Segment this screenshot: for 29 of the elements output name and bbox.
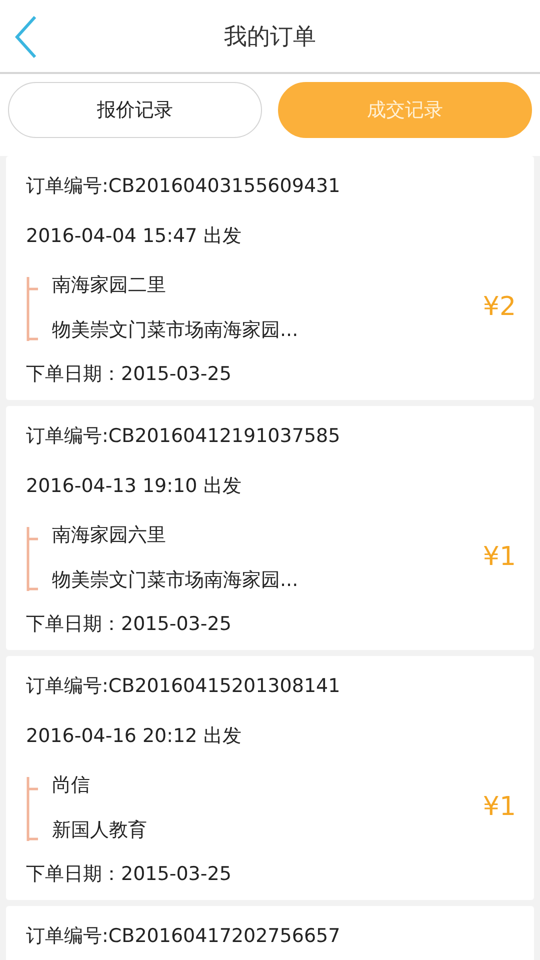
order-date: 下单日期：2015-03-25 [26, 362, 232, 387]
price: ¥2 [482, 292, 516, 322]
route-line-icon [26, 777, 40, 841]
order-card[interactable]: 订单编号:CB20160412191037585 2016-04-13 19:10 出发 南海家园六里 物美崇文门菜市场南海家园... ¥1 下单日期：2015-03-25 [6, 406, 534, 650]
order-card[interactable]: 订单编号:CB20160415201308141 2016-04-16 20:12 出发 尚信 新国人教育 ¥1 下单日期：2015-03-25 [6, 656, 534, 900]
order-number: 订单编号:CB20160417202756657 [26, 924, 340, 949]
origin-address: 南海家园二里 [52, 272, 166, 298]
order-date: 下单日期：2015-03-25 [26, 862, 232, 887]
departure-time: 2016-04-13 19:10 出发 [26, 474, 242, 499]
origin-address: 尚信 [52, 772, 90, 798]
order-date: 下单日期：2015-03-25 [26, 612, 232, 637]
order-card[interactable]: 订单编号:CB20160403155609431 2016-04-04 15:47 出发 南海家园二里 物美崇文门菜市场南海家园... ¥2 下单日期：2015-03-25 [6, 156, 534, 400]
route-line-icon [26, 527, 40, 591]
tab[interactable]: 报价记录 [8, 82, 262, 138]
route-line-icon [26, 277, 40, 341]
destination-address: 新国人教育 [52, 818, 147, 842]
order-number: 订单编号:CB20160403155609431 [26, 174, 340, 199]
back-icon[interactable] [14, 15, 38, 59]
page-title: 我的订单 [224, 22, 316, 52]
origin-address: 南海家园六里 [52, 522, 166, 548]
order-number: 订单编号:CB20160412191037585 [26, 424, 340, 449]
order-number: 订单编号:CB20160415201308141 [26, 674, 340, 699]
price: ¥1 [482, 792, 516, 822]
price: ¥1 [482, 542, 516, 572]
departure-time: 2016-04-16 20:12 出发 [26, 724, 242, 749]
destination-address: 物美崇文门菜市场南海家园... [52, 318, 298, 342]
destination-address: 物美崇文门菜市场南海家园... [52, 568, 298, 592]
departure-time: 2016-04-04 15:47 出发 [26, 224, 242, 249]
order-card[interactable]: 订单编号:CB20160417202756657 [6, 906, 534, 960]
